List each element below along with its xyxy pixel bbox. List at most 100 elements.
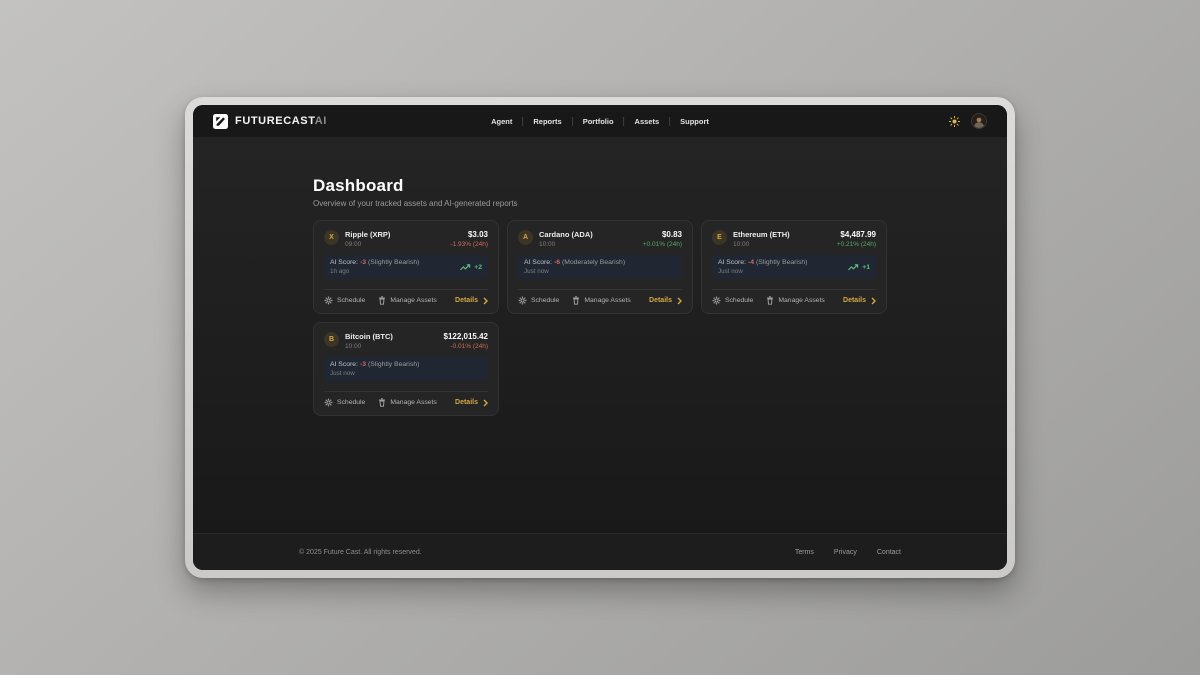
ai-score-updated: 1h ago: [330, 268, 419, 275]
nav-item-support[interactable]: Support: [679, 115, 710, 128]
ai-score-updated: Just now: [524, 268, 625, 275]
asset-name: Bitcoin (BTC): [345, 332, 393, 341]
ai-score-label: AI Score:: [330, 361, 358, 368]
nav-divider: [624, 117, 625, 126]
coin-avatar: A: [518, 230, 533, 245]
asset-time: 10:00: [733, 241, 790, 248]
manage-assets-button[interactable]: Manage Assets: [572, 296, 630, 305]
ai-score-panel: AI Score:-4(Slightly Bearish) Just now +…: [712, 255, 876, 279]
gear-icon: [518, 296, 527, 305]
asset-time: 10:00: [345, 343, 393, 350]
gear-icon: [712, 296, 721, 305]
chevron-right-icon: [871, 297, 876, 305]
chevron-right-icon: [483, 399, 488, 407]
ai-score-panel: AI Score:-3(Slightly Bearish) 1h ago +2: [324, 255, 488, 279]
ai-score-label: AI Score:: [718, 259, 746, 266]
manage-assets-button[interactable]: Manage Assets: [378, 398, 436, 407]
desktop-background: { "colors":{"gold":"#d4a843","red":"#cb6…: [0, 0, 1200, 675]
page-footer: © 2025 Future Cast. All rights reserved.…: [193, 533, 1007, 570]
ai-score-sentiment: (Moderately Bearish): [562, 259, 625, 266]
ai-score-value: -3: [360, 361, 366, 368]
asset-price: $3.03: [450, 230, 488, 239]
page-subtitle: Overview of your tracked assets and AI-g…: [313, 199, 887, 208]
ai-score-sentiment: (Slightly Bearish): [368, 259, 419, 266]
page-title: Dashboard: [313, 176, 887, 196]
copyright-text: © 2025 Future Cast. All rights reserved.: [299, 549, 422, 556]
asset-time: 09:00: [345, 241, 390, 248]
details-button[interactable]: Details: [649, 297, 682, 305]
top-navbar: FUTURECASTAI Agent Reports Portfolio Ass…: [193, 105, 1007, 138]
trash-icon: [378, 296, 386, 305]
details-button[interactable]: Details: [455, 399, 488, 407]
ai-score-updated: Just now: [330, 370, 419, 377]
schedule-button[interactable]: Schedule: [712, 296, 753, 305]
gear-icon: [324, 296, 333, 305]
details-button[interactable]: Details: [455, 297, 488, 305]
app-page: FUTURECASTAI Agent Reports Portfolio Ass…: [193, 105, 1007, 570]
asset-price: $0.83: [643, 230, 682, 239]
ai-score-value: -4: [748, 259, 754, 266]
asset-change: +0.21% (24h): [837, 241, 876, 248]
footer-link-contact[interactable]: Contact: [877, 549, 901, 556]
asset-card-ethereum: E Ethereum (ETH) 10:00 $4,487.99 +0.21% …: [701, 220, 887, 314]
manage-assets-button[interactable]: Manage Assets: [378, 296, 436, 305]
manage-assets-button[interactable]: Manage Assets: [766, 296, 824, 305]
asset-name: Ripple (XRP): [345, 230, 390, 239]
footer-link-privacy[interactable]: Privacy: [834, 549, 857, 556]
user-avatar[interactable]: [971, 113, 987, 129]
trash-icon: [766, 296, 774, 305]
nav-item-reports[interactable]: Reports: [532, 115, 562, 128]
ai-score-sentiment: (Slightly Bearish): [756, 259, 807, 266]
ai-score-value: -6: [554, 259, 560, 266]
app-window: FUTURECASTAI Agent Reports Portfolio Ass…: [185, 97, 1015, 578]
trend-badge: +2: [460, 264, 482, 271]
asset-change: -0.01% (24h): [444, 343, 489, 350]
details-button[interactable]: Details: [843, 297, 876, 305]
footer-link-terms[interactable]: Terms: [795, 549, 814, 556]
gear-icon: [324, 398, 333, 407]
trash-icon: [378, 398, 386, 407]
nav-item-assets[interactable]: Assets: [634, 115, 661, 128]
asset-card-bitcoin: B Bitcoin (BTC) 10:00 $122,015.42 -0.01%…: [313, 322, 499, 416]
chevron-right-icon: [483, 297, 488, 305]
ai-score-updated: Just now: [718, 268, 807, 275]
theme-toggle-button[interactable]: [948, 115, 961, 128]
divider: [712, 289, 876, 290]
divider: [324, 391, 488, 392]
asset-change: -1.93% (24h): [450, 241, 488, 248]
schedule-button[interactable]: Schedule: [518, 296, 559, 305]
brand: FUTURECASTAI: [213, 114, 327, 129]
nav-divider: [669, 117, 670, 126]
schedule-button[interactable]: Schedule: [324, 296, 365, 305]
trend-up-icon: [848, 264, 859, 271]
ai-score-value: -3: [360, 259, 366, 266]
trash-icon: [572, 296, 580, 305]
ai-score-label: AI Score:: [524, 259, 552, 266]
coin-avatar: E: [712, 230, 727, 245]
asset-card-grid: X Ripple (XRP) 09:00 $3.03 -1.93% (24h): [313, 220, 887, 416]
ai-score-sentiment: (Slightly Bearish): [368, 361, 419, 368]
header-actions: [948, 113, 987, 129]
nav-divider: [522, 117, 523, 126]
nav-item-portfolio[interactable]: Portfolio: [582, 115, 615, 128]
schedule-button[interactable]: Schedule: [324, 398, 365, 407]
coin-avatar: X: [324, 230, 339, 245]
ai-score-panel: AI Score:-6(Moderately Bearish) Just now: [518, 255, 682, 279]
asset-change: +0.01% (24h): [643, 241, 682, 248]
trend-up-icon: [460, 264, 471, 271]
asset-price: $4,487.99: [837, 230, 876, 239]
main-content: Dashboard Overview of your tracked asset…: [193, 138, 1007, 533]
divider: [324, 289, 488, 290]
chevron-right-icon: [677, 297, 682, 305]
asset-card-cardano: A Cardano (ADA) 10:00 $0.83 +0.01% (24h): [507, 220, 693, 314]
main-nav: Agent Reports Portfolio Assets Support: [490, 105, 710, 137]
sun-icon: [949, 116, 960, 127]
ai-score-panel: AI Score:-3(Slightly Bearish) Just now: [324, 357, 488, 381]
footer-links: Terms Privacy Contact: [795, 549, 901, 556]
logo-icon: [213, 114, 228, 129]
ai-score-label: AI Score:: [330, 259, 358, 266]
asset-price: $122,015.42: [444, 332, 489, 341]
asset-name: Ethereum (ETH): [733, 230, 790, 239]
nav-item-agent[interactable]: Agent: [490, 115, 513, 128]
asset-time: 10:00: [539, 241, 593, 248]
